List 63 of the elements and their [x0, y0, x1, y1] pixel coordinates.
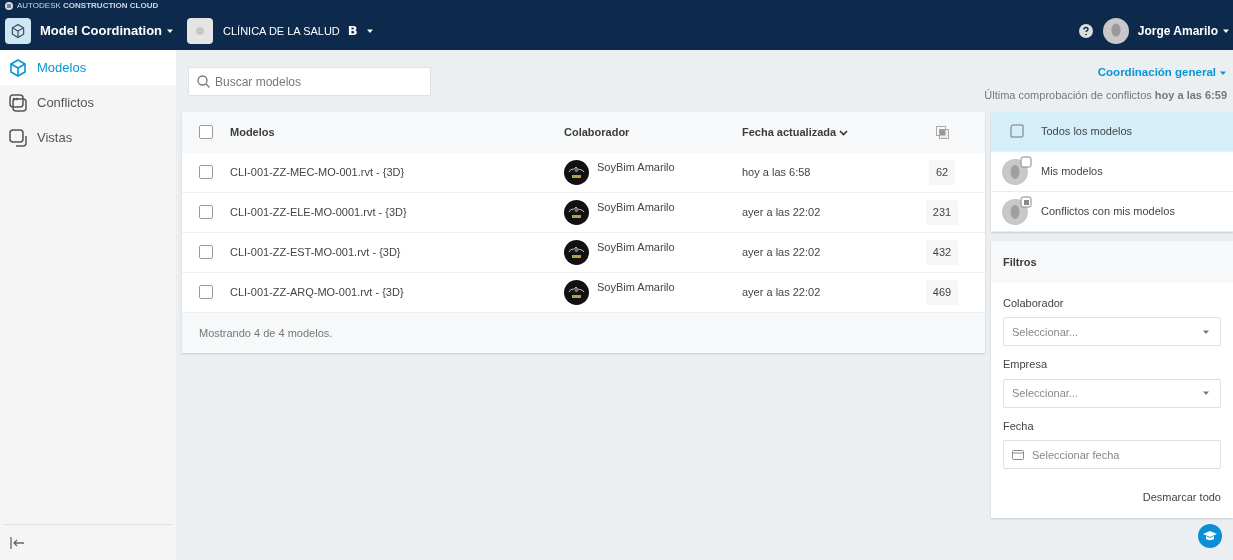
- checkbox[interactable]: [199, 205, 213, 220]
- avatar-icon: [1102, 18, 1129, 44]
- caret-icon: [1222, 27, 1230, 35]
- date-text: hoy a las 6:58: [742, 166, 811, 178]
- user-menu[interactable]: Jorge Amarilo: [1137, 22, 1230, 40]
- model-name[interactable]: CLI-001-ZZ-ARQ-MO-001.rvt - {3D}: [230, 286, 404, 298]
- graduation-cap-icon[interactable]: [1198, 523, 1222, 548]
- select-field[interactable]: Seleccionar...: [1003, 378, 1221, 408]
- date-field[interactable]: Seleccionar fecha: [1003, 440, 1221, 470]
- model-name[interactable]: CLI-001-ZZ-ELE-MO-0001.rvt - {3D}: [230, 206, 407, 218]
- date-text: ayer a las 22:02: [742, 286, 821, 298]
- filter-label: Colaborador: [1003, 295, 1065, 311]
- project-switcher[interactable]: CLÍNICA DE LA SALUD B: [223, 21, 374, 41]
- column-header: Colaborador: [564, 126, 630, 138]
- scope-item[interactable]: Conflictos con mis modelos: [991, 191, 1233, 232]
- collapse-icon[interactable]: [10, 535, 25, 550]
- scope-item[interactable]: Mis modelos: [991, 151, 1233, 192]
- checkbox[interactable]: [199, 165, 213, 180]
- brand-name: AUTODESK CONSTRUCTION CLOUD: [17, 1, 159, 11]
- last-check-text: Última comprobación de conflictos hoy a las 6:59: [984, 88, 1227, 104]
- checkbox[interactable]: [199, 285, 213, 300]
- clash-count: 62: [928, 160, 956, 185]
- calendar-icon: [1012, 449, 1024, 461]
- clash-count: 432: [925, 240, 959, 265]
- help-icon[interactable]: [1078, 24, 1093, 38]
- cube-icon: [10, 23, 26, 39]
- filter-label: Fecha: [1003, 418, 1035, 434]
- caret-icon: [365, 27, 374, 35]
- table-footer-text: Mostrando 4 de 4 modelos.: [199, 325, 333, 341]
- caret-icon: [166, 27, 175, 35]
- clash-count: 231: [925, 200, 959, 225]
- sidebar-item[interactable]: Conflictos: [0, 85, 176, 120]
- clear-all-button[interactable]: Desmarcar todo: [1142, 489, 1221, 506]
- clash-count: 469: [925, 280, 959, 305]
- collaborator-name: SoyBim Amarilo: [597, 280, 675, 295]
- model-name[interactable]: CLI-001-ZZ-EST-MO-001.rvt - {3D}: [230, 246, 401, 258]
- chevron-down-icon: [839, 127, 849, 137]
- clash-icon: [935, 125, 949, 139]
- column-header: Modelos: [230, 126, 275, 138]
- collaborator-name: SoyBim Amarilo: [597, 200, 675, 215]
- date-text: ayer a las 22:02: [742, 206, 821, 218]
- app-switcher[interactable]: Model Coordination: [40, 21, 175, 41]
- sidebar-item[interactable]: Vistas: [0, 120, 176, 155]
- app-icon[interactable]: [5, 18, 31, 44]
- select-field[interactable]: Seleccionar...: [1003, 317, 1221, 347]
- scope-item[interactable]: Todos los modelos: [991, 111, 1233, 152]
- collaborator-name: SoyBim Amarilo: [597, 240, 675, 255]
- search-icon: [197, 75, 210, 88]
- user-model-icon: [1002, 196, 1032, 227]
- project-logo: [187, 18, 214, 44]
- sort-header[interactable]: Fecha actualizada: [742, 124, 849, 141]
- search-field[interactable]: Buscar modelos: [188, 67, 431, 96]
- filter-label: Empresa: [1003, 357, 1049, 373]
- filters-title: Filtros: [1003, 254, 1037, 270]
- stacked-squares-icon: [8, 127, 28, 148]
- collaborator-name: SoyBim Amarilo: [597, 160, 675, 175]
- model-name[interactable]: CLI-001-ZZ-MEC-MO-001.rvt - {3D}: [230, 166, 405, 178]
- stacked-squares-icon: [8, 92, 28, 113]
- user-model-icon: [1002, 156, 1032, 187]
- checkbox[interactable]: [199, 245, 213, 260]
- cube-icon: [8, 57, 28, 78]
- date-text: ayer a las 22:02: [742, 246, 821, 258]
- checkbox[interactable]: [199, 125, 213, 140]
